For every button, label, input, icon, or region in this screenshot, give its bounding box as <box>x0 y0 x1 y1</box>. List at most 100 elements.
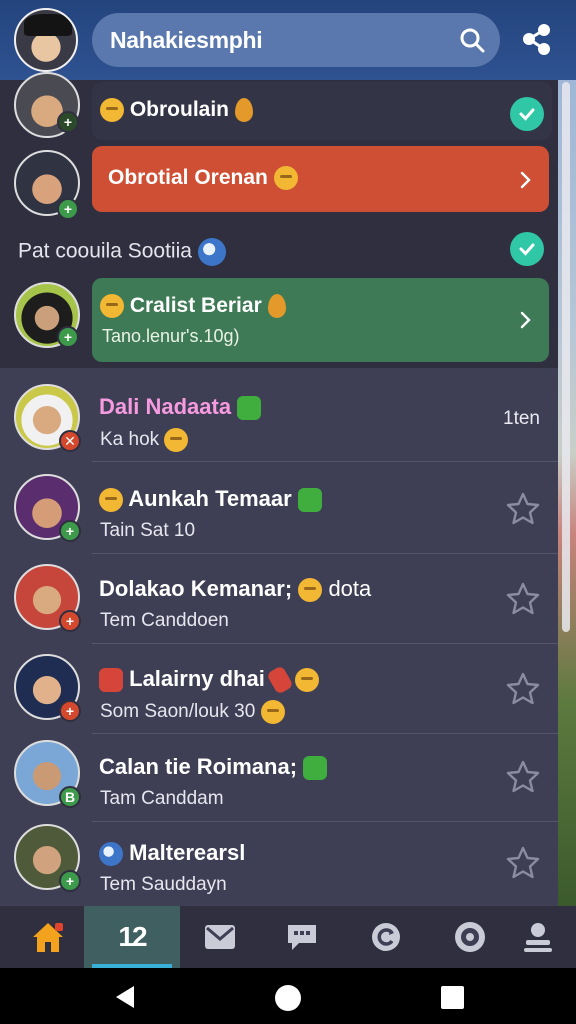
wink-emoji-icon <box>164 428 189 452</box>
add-badge-icon: + <box>59 700 81 722</box>
add-badge-icon: + <box>57 111 79 133</box>
chat-subtitle: Tem Sauddayn <box>100 874 227 895</box>
chat-subtitle: Ka hok <box>100 429 160 451</box>
star-icon[interactable] <box>504 670 542 708</box>
search-bar[interactable]: Nahakiesmphi <box>92 13 500 67</box>
drop-emoji-icon <box>234 98 253 123</box>
chevron-right-icon <box>520 311 531 329</box>
profile-avatar[interactable] <box>14 8 78 72</box>
list-item[interactable]: + Malterearsl Tem Sauddayn <box>0 820 558 908</box>
chat-subtitle: Tain Sat 10 <box>100 520 196 541</box>
nav-messages[interactable] <box>254 906 350 968</box>
share-icon[interactable] <box>520 22 554 56</box>
list-item[interactable]: + Aunkah Temaar Tain Sat 10 <box>0 466 558 554</box>
pinned-title-wrap: Obrotial Orenan <box>108 166 298 191</box>
pinned-title-wrap: Obroulain <box>100 98 253 123</box>
surprised-emoji-icon <box>298 578 323 603</box>
add-badge-icon: + <box>59 870 81 892</box>
blush-emoji-icon <box>260 700 285 724</box>
bottom-nav: 12 <box>0 906 576 968</box>
gift-emoji-icon <box>99 668 123 693</box>
grin-emoji-icon <box>295 668 320 693</box>
nav-chats-label: 12 <box>118 921 147 952</box>
search-icon[interactable] <box>458 26 486 54</box>
nav-profile[interactable] <box>490 906 576 968</box>
add-badge-icon: + <box>59 520 81 542</box>
pinned-card-highlight <box>92 278 549 362</box>
add-badge-icon: + <box>59 610 81 632</box>
chat-name: Dali Nadaata <box>99 394 232 419</box>
compass-icon <box>455 922 485 952</box>
smile-emoji-icon <box>100 294 124 319</box>
star-icon[interactable] <box>504 844 542 882</box>
chat-name-wrap: Calan tie Roimana; <box>99 754 328 781</box>
star-icon[interactable] <box>504 758 542 796</box>
star-icon[interactable] <box>504 490 542 528</box>
home-icon <box>33 923 63 952</box>
pinned-title: Pat coouila Sootiia <box>18 239 192 263</box>
list-item[interactable]: + Lalairny dhai Som Saon/louk 30 <box>0 646 558 734</box>
status-badge-icon: ✕ <box>59 430 81 452</box>
pinned-title-wrap: Pat coouila Sootiia <box>18 238 226 266</box>
divider <box>92 461 558 462</box>
header-title: Nahakiesmphi <box>110 26 263 53</box>
nav-home[interactable] <box>0 906 96 968</box>
chat-subtitle: Tam Canddam <box>100 788 224 809</box>
chat-name-wrap: Dali Nadaata <box>99 394 262 421</box>
drop-emoji-icon <box>267 294 286 319</box>
add-badge-icon: + <box>57 326 79 348</box>
recents-icon[interactable] <box>440 985 465 1010</box>
pinned-title: Obroulain <box>129 98 230 121</box>
chat-subtitle-wrap: Ka hok <box>100 428 189 452</box>
refresh-icon <box>372 923 400 951</box>
chevron-right-icon <box>520 171 531 189</box>
back-icon[interactable] <box>112 984 138 1010</box>
divider <box>92 553 558 554</box>
check-icon <box>510 97 544 131</box>
chat-name-wrap: Aunkah Temaar <box>99 486 322 513</box>
chat-name-wrap: Dolakao Kemanar; dota <box>99 576 371 603</box>
status-badge-icon: B <box>59 786 81 808</box>
chat-subtitle: Tem Canddoen <box>100 610 229 631</box>
globe-emoji-icon <box>197 238 226 266</box>
profile-icon <box>524 923 552 952</box>
nav-chats[interactable]: 12 <box>84 906 180 968</box>
pinned-title-wrap: Cralist Beriar <box>100 294 286 319</box>
chat-subtitle-wrap: Som Saon/louk 30 <box>100 700 285 724</box>
pinned-title: Obrotial Orenan <box>108 166 268 189</box>
pinned-subtitle: Tano.lenur's.10g) <box>102 326 240 346</box>
system-nav-bar <box>0 968 576 1024</box>
globe-emoji-icon <box>99 842 123 867</box>
chat-time: 1ten <box>503 408 540 429</box>
home-button-icon[interactable] <box>274 984 302 1012</box>
sticker-emoji-icon <box>237 396 262 421</box>
chat-name: Lalairny dhai <box>129 666 265 691</box>
list-item[interactable]: ✕ Dali Nadaata Ka hok 1ten <box>0 374 558 462</box>
star-icon[interactable] <box>504 580 542 618</box>
pinned-title: Cralist Beriar <box>129 294 262 317</box>
divider <box>92 643 558 644</box>
nav-refresh[interactable] <box>338 906 434 968</box>
sticker-emoji-icon <box>303 756 328 781</box>
chat-subtitle: Som Saon/louk 30 <box>100 701 256 723</box>
tag-emoji-icon <box>266 665 294 696</box>
smile-emoji-icon <box>99 488 123 513</box>
add-badge-icon: + <box>57 198 79 220</box>
app-header: Nahakiesmphi <box>0 0 576 80</box>
chat-name: Dolakao Kemanar; <box>99 576 293 601</box>
chat-name-wrap: Malterearsl <box>99 840 246 867</box>
smirk-emoji-icon <box>273 166 298 191</box>
pinned-section: + Obroulain + Obrotial Orenan Pat coouil… <box>0 72 558 368</box>
list-item[interactable]: + Dolakao Kemanar; dota Tem Canddoen <box>0 556 558 644</box>
list-item[interactable]: B Calan tie Roimana; Tam Canddam <box>0 734 558 822</box>
screen: Nahakiesmphi + Obroulain + Obrotial Oren… <box>0 0 576 1024</box>
chat-name: Malterearsl <box>129 840 246 865</box>
chat-name: Calan tie Roimana; <box>99 754 298 779</box>
sticker-emoji-icon <box>297 488 322 513</box>
chat-name: Aunkah Temaar <box>128 486 292 511</box>
chat-name-wrap: Lalairny dhai <box>99 665 320 696</box>
mail-icon <box>205 925 235 949</box>
scrollbar[interactable] <box>562 82 570 632</box>
smile-emoji-icon <box>100 98 124 123</box>
message-icon <box>288 925 316 950</box>
